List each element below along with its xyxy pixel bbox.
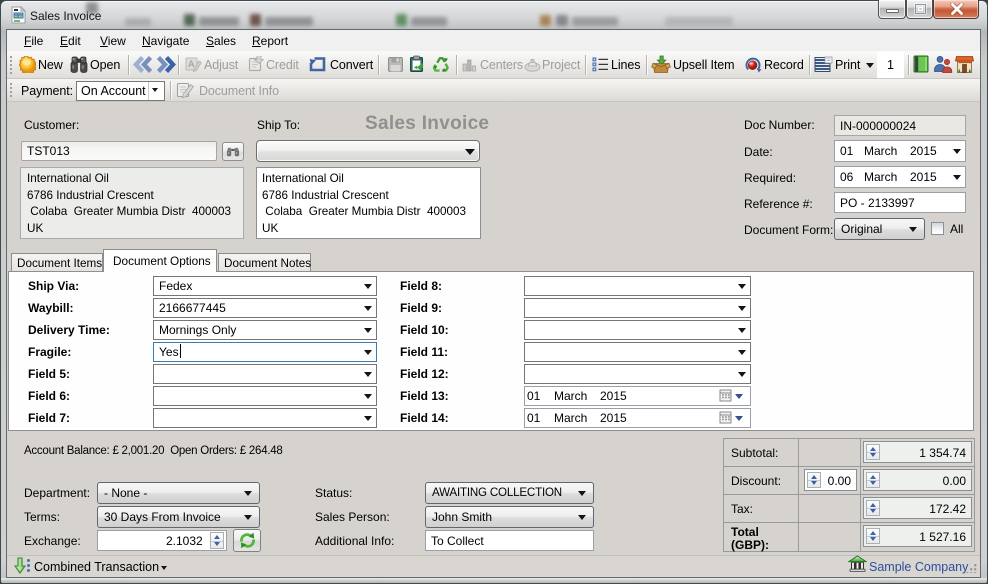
svg-text:A: A [188,59,195,69]
